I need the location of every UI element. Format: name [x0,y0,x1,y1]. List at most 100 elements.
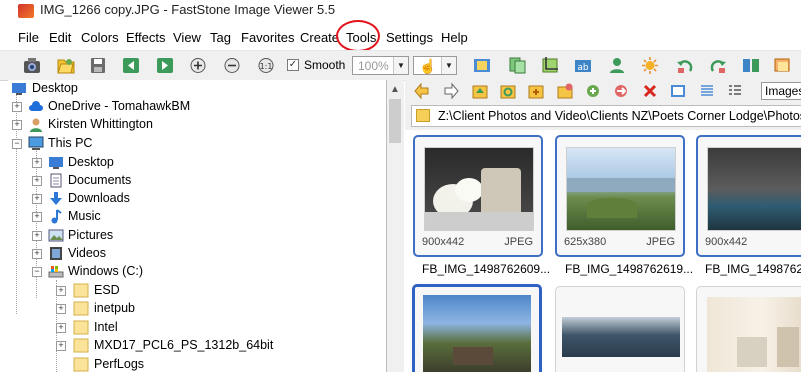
menu-view[interactable]: View [173,30,201,45]
menu-settings[interactable]: Settings [386,30,433,45]
tree-item-documents[interactable]: + Documents [8,172,386,190]
smooth-checkbox[interactable]: ✓ [287,59,299,71]
menu-edit[interactable]: Edit [49,30,71,45]
expand-icon[interactable]: + [56,304,66,314]
zoom-select[interactable]: 100% ▼ [352,56,409,75]
expand-icon[interactable]: + [32,249,42,259]
view-filter-select[interactable]: Images [761,82,801,100]
list-view-icon[interactable] [726,82,744,100]
delete-icon[interactable] [641,82,659,100]
tree-item-perflogs[interactable]: PerfLogs [8,356,386,372]
tree-item-onedrive[interactable]: + OneDrive - TomahawkBM [8,98,386,116]
rename-icon[interactable]: ab [573,56,593,75]
scrollbar-thumb[interactable] [389,99,401,143]
copy-to-icon[interactable] [507,56,527,75]
tree-item-desktop-root[interactable]: Desktop [8,80,386,98]
expand-icon[interactable]: + [12,120,22,130]
window-title: IMG_1266 copy.JPG - FastStone Image View… [40,2,336,17]
expand-icon[interactable]: + [56,286,66,296]
path-bar[interactable]: Z:\Client Photos and Video\Clients NZ\Po… [411,105,801,127]
fullscreen-icon[interactable] [772,56,792,75]
folder-icon [73,320,89,335]
zoom-out-icon[interactable] [222,56,242,75]
desktop-icon [12,83,26,95]
tree-item-esd[interactable]: + ESD [8,282,386,300]
chevron-down-icon: ▼ [393,57,408,74]
zoom-in-icon[interactable] [188,56,208,75]
drive-icon [48,266,64,278]
tree-item-user[interactable]: + Kirsten Whittington [8,116,386,134]
new-folder-icon[interactable] [527,82,545,100]
collapse-icon[interactable]: − [32,267,42,277]
refresh-icon[interactable] [499,82,517,100]
thumbnail-card[interactable]: 900x442 JPEG [413,135,543,257]
tree-item-inetpub[interactable]: + inetpub [8,300,386,318]
expand-icon[interactable]: + [32,158,42,168]
expand-icon[interactable]: + [32,212,42,222]
tree-item-this-pc[interactable]: − This PC [8,135,386,153]
menu-help[interactable]: Help [441,30,468,45]
details-view-icon[interactable] [698,82,716,100]
tree-item-mxd17[interactable]: + MXD17_PCL6_PS_1312b_64bit [8,337,386,355]
smooth-label: Smooth [304,58,346,72]
thumbnail-filename[interactable]: FB_IMG_1498762609... [422,262,550,276]
scroll-up-icon[interactable]: ▲ [390,84,400,95]
hand-tool-select[interactable]: ☝ ▼ [413,56,457,75]
folder-tree: Desktop + OneDrive - TomahawkBM + Kirste… [8,80,387,372]
actual-size-icon[interactable]: 1:1 [256,56,276,75]
move-icon[interactable] [612,82,630,100]
tree-item-windows-c[interactable]: − Windows (C:) [8,263,386,281]
tree-item-downloads[interactable]: + Downloads [8,190,386,208]
copy-icon[interactable] [584,82,602,100]
thumbnail-image [423,295,531,372]
svg-text:1:1: 1:1 [260,62,273,71]
menu-colors[interactable]: Colors [81,30,119,45]
expand-icon[interactable]: + [32,231,42,241]
previous-icon[interactable] [121,56,141,75]
thumbnail-card[interactable]: 900x442 [696,135,801,257]
save-icon[interactable] [88,56,108,75]
menu-file[interactable]: File [18,30,39,45]
back-icon[interactable] [413,82,431,100]
tree-scrollbar[interactable]: ▲ [387,80,404,372]
thumbnail-filename[interactable]: FB_IMG_1498762 [705,262,801,276]
tree-item-videos[interactable]: + Videos [8,245,386,263]
tree-item-intel[interactable]: + Intel [8,319,386,337]
computer-icon [28,136,44,150]
thumbnail-view-icon[interactable] [669,82,687,100]
brightness-icon[interactable] [640,56,660,75]
rotate-right-icon[interactable] [708,56,728,75]
favorite-folder-icon[interactable] [556,82,574,100]
forward-icon[interactable] [442,82,460,100]
browser-toolbar: Images [405,80,801,102]
thumbnail-grid: 900x442 JPEG FB_IMG_1498762609... 625x38… [405,130,801,372]
expand-icon[interactable]: + [12,102,22,112]
thumbnail-card[interactable] [412,284,542,372]
thumbnail-card[interactable] [555,286,685,372]
rotate-left-icon[interactable] [675,56,695,75]
folder-icon [73,338,89,353]
thumbnail-filename[interactable]: FB_IMG_1498762619... [565,262,693,276]
parent-folder-icon[interactable] [471,82,489,100]
expand-icon[interactable]: + [56,323,66,333]
menu-tag[interactable]: Tag [210,30,231,45]
expand-icon[interactable]: + [56,341,66,351]
open-folder-icon[interactable] [56,56,76,75]
menu-favorites[interactable]: Favorites [241,30,294,45]
crop-icon[interactable] [540,56,560,75]
expand-icon[interactable]: + [32,176,42,186]
user-icon[interactable] [607,56,627,75]
tree-item-desktop[interactable]: + Desktop [8,154,386,172]
thumbnail-card[interactable] [696,286,801,372]
compare-icon[interactable] [741,56,761,75]
tree-item-pictures[interactable]: + Pictures [8,227,386,245]
expand-icon[interactable]: + [32,194,42,204]
collapse-icon[interactable]: − [12,139,22,149]
menu-effects[interactable]: Effects [126,30,166,45]
next-icon[interactable] [155,56,175,75]
camera-icon[interactable] [22,56,42,75]
tree-item-music[interactable]: + Music [8,208,386,226]
menu-create[interactable]: Create [300,30,339,45]
film-strip-icon[interactable] [472,56,492,75]
thumbnail-card[interactable]: 625x380 JPEG [555,135,685,257]
